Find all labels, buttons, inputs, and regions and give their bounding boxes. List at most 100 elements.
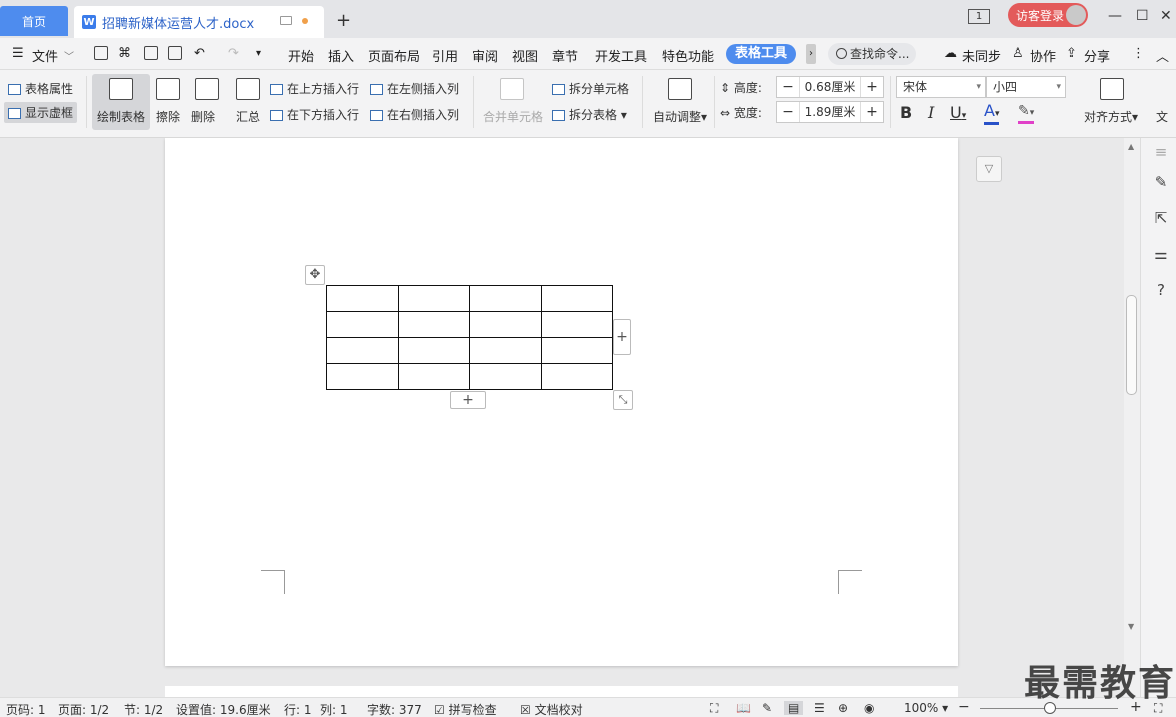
hamburger-icon[interactable]: ☰ xyxy=(12,46,24,61)
table-cell[interactable] xyxy=(397,337,470,364)
menu-tab-chapter[interactable]: 章节 xyxy=(552,46,578,65)
table-resize-icon[interactable]: ⤡ xyxy=(613,390,633,410)
menu-tab-table-tools[interactable]: 表格工具 xyxy=(726,44,796,64)
table-cell[interactable] xyxy=(326,285,399,312)
erase-button[interactable]: 擦除 xyxy=(156,108,180,125)
new-tab-button[interactable]: + xyxy=(336,10,351,31)
zoom-out-button[interactable]: − xyxy=(958,699,970,715)
zoom-level[interactable]: 100% ▾ xyxy=(904,701,948,715)
split-cells-button[interactable]: 拆分单元格 xyxy=(552,80,629,97)
font-name-select[interactable]: 宋体 xyxy=(896,76,986,98)
collab-button[interactable]: 协作 xyxy=(1030,46,1056,65)
print-preview-icon[interactable] xyxy=(168,46,182,60)
settings-sliders-icon[interactable]: ⚌ xyxy=(1153,246,1169,262)
highlight-button[interactable]: ✎▾ xyxy=(1018,103,1035,124)
menu-tab-layout[interactable]: 页面布局 xyxy=(368,46,420,65)
table-cell[interactable] xyxy=(469,363,542,390)
table-cell[interactable] xyxy=(469,285,542,312)
insert-col-right-button[interactable]: 在右侧插入列 xyxy=(370,106,459,123)
sync-status[interactable]: 未同步 xyxy=(962,46,1001,65)
merge-cells-button[interactable]: 合并单元格 xyxy=(483,108,543,125)
font-color-button[interactable]: A▾ xyxy=(984,103,1000,125)
guest-login-button[interactable]: 访客登录 xyxy=(1008,3,1088,27)
document-page-2[interactable] xyxy=(165,686,958,697)
delete-table-icon[interactable] xyxy=(195,78,219,100)
table-cell[interactable] xyxy=(540,311,613,338)
save-icon[interactable] xyxy=(94,46,108,60)
text-direction-button[interactable]: 文 xyxy=(1156,108,1168,125)
table-move-handle-icon[interactable]: ✥ xyxy=(305,265,325,285)
status-page[interactable]: 页面: 1/2 xyxy=(58,701,109,717)
font-size-select[interactable]: 小四 xyxy=(986,76,1066,98)
menu-tab-reference[interactable]: 引用 xyxy=(432,46,458,65)
width-increase-button[interactable]: + xyxy=(861,104,883,120)
status-word-count[interactable]: 字数: 377 xyxy=(367,701,422,717)
split-table-button[interactable]: 拆分表格 ▾ xyxy=(552,106,627,123)
menu-tab-view[interactable]: 视图 xyxy=(512,46,538,65)
summary-button[interactable]: 汇总 xyxy=(236,108,260,125)
add-row-button[interactable]: + xyxy=(450,391,486,409)
table-cell[interactable] xyxy=(326,363,399,390)
add-column-button[interactable]: + xyxy=(613,319,631,355)
spell-check-button[interactable]: ☑ 拼写检查 xyxy=(434,701,497,717)
table-cell[interactable] xyxy=(540,363,613,390)
eye-protect-icon[interactable]: ◉ xyxy=(864,701,874,715)
vertical-scrollbar[interactable]: ▲ ▼ xyxy=(1124,138,1140,697)
page-view-icon[interactable]: ▤ xyxy=(784,701,804,715)
table-cell[interactable] xyxy=(326,311,399,338)
ribbon-scroll-right-icon[interactable]: › xyxy=(806,44,816,64)
menu-tab-features[interactable]: 特色功能 xyxy=(662,46,714,65)
summary-icon[interactable] xyxy=(236,78,260,100)
menu-tab-review[interactable]: 审阅 xyxy=(472,46,498,65)
width-value[interactable]: 1.89厘米 xyxy=(799,102,861,122)
undo-icon[interactable]: ↶ xyxy=(194,46,205,61)
table-cell[interactable] xyxy=(469,311,542,338)
tab-document[interactable]: W 招聘新媒体运营人才.docx xyxy=(74,6,324,38)
width-stepper[interactable]: − 1.89厘米 + xyxy=(776,101,884,123)
align-button[interactable]: 对齐方式▾ xyxy=(1084,108,1138,125)
table-cell[interactable] xyxy=(397,311,470,338)
collapse-ribbon-icon[interactable]: ︿ xyxy=(1156,46,1169,65)
more-options-icon[interactable]: ⋮ xyxy=(1132,46,1145,61)
window-switch-button[interactable]: 1 xyxy=(968,9,990,24)
help-icon[interactable]: ? xyxy=(1153,282,1169,298)
pen-icon[interactable]: ✎ xyxy=(1153,174,1169,190)
italic-button[interactable]: I xyxy=(928,103,934,122)
underline-button[interactable]: U▾ xyxy=(950,103,966,122)
redo-icon[interactable]: ↷ xyxy=(228,46,239,61)
table-properties-button[interactable]: 表格属性 xyxy=(8,80,73,97)
more-icon[interactable]: ▾ xyxy=(256,48,261,59)
menu-tab-start[interactable]: 开始 xyxy=(288,46,314,65)
maximize-icon[interactable]: ☐ xyxy=(1136,8,1149,24)
auto-adjust-icon[interactable] xyxy=(668,78,692,100)
search-command-input[interactable]: 查找命令... xyxy=(828,43,916,65)
insert-row-above-button[interactable]: 在上方插入行 xyxy=(270,80,359,97)
share-button[interactable]: 分享 xyxy=(1084,46,1110,65)
table-cell[interactable] xyxy=(540,285,613,312)
insert-col-left-button[interactable]: 在左侧插入列 xyxy=(370,80,459,97)
write-mode-icon[interactable]: ✎ xyxy=(762,701,772,715)
proofread-button[interactable]: ☒ 文档校对 xyxy=(520,701,583,717)
print-icon[interactable] xyxy=(144,46,158,60)
show-grid-button[interactable]: 显示虚框 xyxy=(4,102,78,123)
eraser-icon[interactable] xyxy=(156,78,180,100)
web-view-icon[interactable]: ⊕ xyxy=(838,701,848,715)
scroll-down-icon[interactable]: ▼ xyxy=(1128,622,1134,631)
panel-menu-icon[interactable]: ≡ xyxy=(1153,144,1169,160)
height-decrease-button[interactable]: − xyxy=(777,79,799,95)
read-mode-icon[interactable]: 📖 xyxy=(736,701,751,715)
height-stepper[interactable]: − 0.68厘米 + xyxy=(776,76,884,98)
auto-adjust-button[interactable]: 自动调整▾ xyxy=(653,108,707,125)
menu-file[interactable]: 文件 xyxy=(32,46,58,65)
scroll-up-icon[interactable]: ▲ xyxy=(1128,142,1134,151)
status-page-code[interactable]: 页码: 1 xyxy=(6,701,46,717)
delete-button[interactable]: 删除 xyxy=(191,108,215,125)
table-cell[interactable] xyxy=(469,337,542,364)
monitor-icon[interactable] xyxy=(280,16,292,25)
menu-tab-developer[interactable]: 开发工具 xyxy=(595,46,647,65)
status-setting[interactable]: 设置值: 19.6厘米 xyxy=(176,701,271,717)
format-painter-icon[interactable]: ⌘ xyxy=(118,46,131,61)
minimize-icon[interactable]: — xyxy=(1108,8,1122,24)
width-decrease-button[interactable]: − xyxy=(777,104,799,120)
table-cell[interactable] xyxy=(397,285,470,312)
